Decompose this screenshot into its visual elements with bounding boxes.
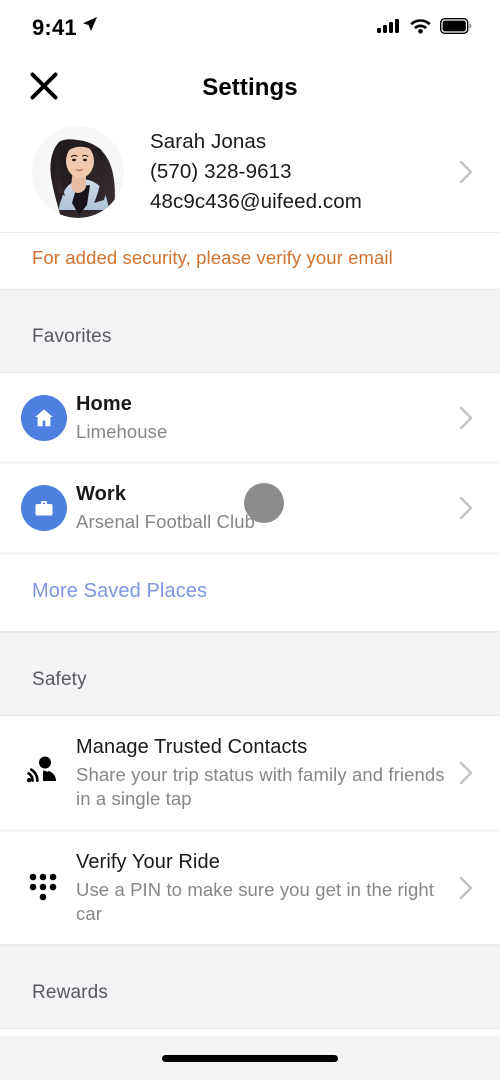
row-manage-trusted-contacts[interactable]: Manage Trusted Contacts Share your trip … xyxy=(0,715,500,831)
profile-phone: (570) 328-9613 xyxy=(150,159,292,183)
home-indicator[interactable] xyxy=(162,1054,338,1062)
settings-screen: 9:41 Settings Sarah Jonas (570) 328-9613… xyxy=(0,0,500,1080)
section-header-safety: Safety xyxy=(0,631,500,716)
row-body: Manage Trusted Contacts Share your trip … xyxy=(76,734,456,812)
close-button[interactable] xyxy=(26,70,62,106)
row-subtitle: Limehouse xyxy=(76,421,168,442)
page-title: Settings xyxy=(202,74,298,101)
profile-email: 48c9c436@uifeed.com xyxy=(150,190,362,214)
status-time: 9:41 xyxy=(32,15,77,40)
row-verify-your-ride[interactable]: Verify Your Ride Use a PIN to make sure … xyxy=(0,830,500,946)
row-title: Verify Your Ride xyxy=(76,850,220,873)
row-subtitle: Use a PIN to make sure you get in the ri… xyxy=(76,878,435,925)
row-icon xyxy=(12,394,76,441)
row-subtitle: Share your trip status with family and f… xyxy=(76,763,445,810)
profile-details: Sarah Jonas (570) 328-9613 48c9c436@uife… xyxy=(150,127,456,217)
chevron-right-icon xyxy=(456,873,476,903)
status-bar: 9:41 xyxy=(0,0,500,56)
home-indicator-area xyxy=(0,1036,500,1080)
row-title: Home xyxy=(76,393,132,415)
more-saved-places-label: More Saved Places xyxy=(32,579,208,602)
section-title: Rewards xyxy=(32,982,109,1004)
status-bar-right xyxy=(377,17,472,39)
page-header: Settings xyxy=(0,56,500,120)
briefcase-icon xyxy=(21,485,67,532)
person-broadcast-icon xyxy=(24,750,64,795)
row-icon xyxy=(12,750,76,795)
section-header-favorites: Favorites xyxy=(0,289,500,373)
row-body: Home Limehouse xyxy=(76,391,456,444)
row-body: Verify Your Ride Use a PIN to make sure … xyxy=(76,849,456,927)
section-title: Safety xyxy=(32,668,87,690)
row-home[interactable]: Home Limehouse xyxy=(0,373,500,464)
pin-dots-icon xyxy=(24,865,64,910)
verify-email-banner[interactable]: For added security, please verify your e… xyxy=(0,232,500,289)
more-saved-places-link[interactable]: More Saved Places xyxy=(0,553,500,632)
section-header-rewards: Rewards xyxy=(0,945,500,1030)
cellular-signal-icon xyxy=(377,18,401,39)
chevron-right-icon xyxy=(456,493,476,523)
row-icon xyxy=(12,485,76,532)
home-icon xyxy=(21,394,67,441)
wifi-icon xyxy=(409,17,432,39)
location-arrow-icon xyxy=(82,16,98,37)
close-x-icon xyxy=(29,71,59,106)
profile-name: Sarah Jonas xyxy=(150,129,267,153)
chevron-right-icon xyxy=(456,403,476,433)
row-title: Manage Trusted Contacts xyxy=(76,735,308,758)
profile-row[interactable]: Sarah Jonas (570) 328-9613 48c9c436@uife… xyxy=(0,120,500,232)
user-avatar-photo xyxy=(32,126,124,218)
status-bar-left: 9:41 xyxy=(32,15,98,41)
avatar xyxy=(32,126,124,218)
verify-email-text: For added security, please verify your e… xyxy=(32,247,393,268)
battery-full-icon xyxy=(439,17,472,39)
section-title: Favorites xyxy=(32,326,112,347)
row-icon xyxy=(12,865,76,910)
chevron-right-icon xyxy=(456,758,476,788)
chevron-right-icon xyxy=(456,157,476,187)
row-work[interactable]: Work Arsenal Football Club xyxy=(0,463,500,554)
